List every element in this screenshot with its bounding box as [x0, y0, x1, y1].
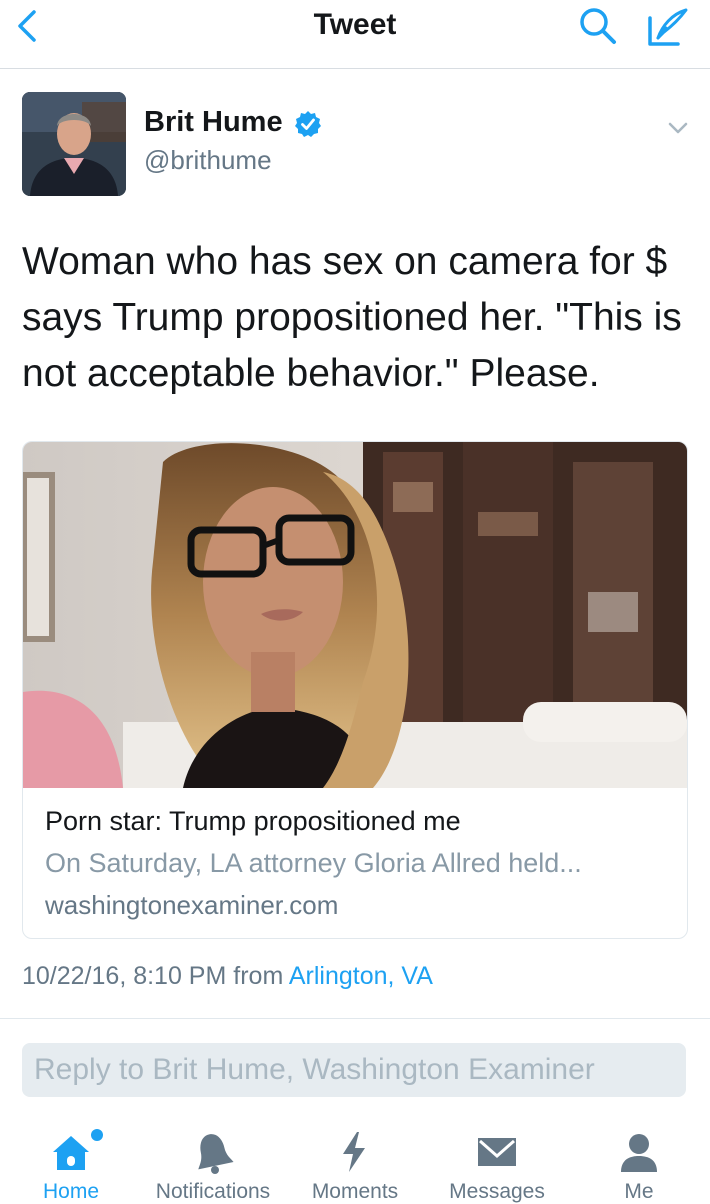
card-image [23, 442, 687, 788]
tab-messages-label: Messages [449, 1180, 545, 1203]
search-icon[interactable] [576, 4, 620, 48]
verified-badge-icon [294, 110, 322, 138]
card-description: On Saturday, LA attorney Gloria Allred h… [45, 848, 582, 878]
link-card[interactable]: Porn star: Trump propositioned me On Sat… [22, 441, 688, 939]
tab-home[interactable]: Home [6, 1126, 136, 1203]
home-icon [53, 1136, 89, 1170]
chevron-down-icon[interactable] [664, 114, 692, 142]
tab-me[interactable]: Me [574, 1126, 704, 1203]
timestamp: 10/22/16, 8:10 PM [22, 962, 227, 990]
author-handle[interactable]: @brithume [144, 145, 272, 176]
card-title: Porn star: Trump propositioned me [45, 806, 461, 836]
location-link[interactable]: Arlington, VA [289, 962, 433, 990]
from-label: from [233, 962, 284, 990]
tweet-meta: 10/22/16, 8:10 PM from Arlington, VA [22, 962, 433, 991]
tab-messages[interactable]: Messages [432, 1126, 562, 1203]
tab-home-label: Home [42, 1180, 100, 1203]
compose-icon[interactable] [644, 4, 692, 52]
divider [0, 1018, 710, 1019]
envelope-icon [478, 1138, 516, 1166]
person-icon [621, 1134, 657, 1172]
reply-input[interactable] [22, 1043, 686, 1097]
author-name[interactable]: Brit Hume [144, 106, 283, 139]
notification-dot [91, 1129, 103, 1141]
tab-me-label: Me [624, 1180, 654, 1203]
card-domain: washingtonexaminer.com [45, 890, 339, 920]
tab-notifications[interactable]: Notifications [148, 1126, 278, 1203]
avatar[interactable] [22, 92, 126, 196]
tab-moments[interactable]: Moments [290, 1126, 420, 1203]
tab-moments-label: Moments [311, 1180, 399, 1203]
lightning-icon [343, 1132, 365, 1172]
navigation-bar: Tweet [0, 0, 710, 69]
tab-notifications-label: Notifications [155, 1180, 271, 1203]
bell-icon [198, 1134, 234, 1174]
tweet-text: Woman who has sex on camera for $ says T… [22, 240, 682, 395]
